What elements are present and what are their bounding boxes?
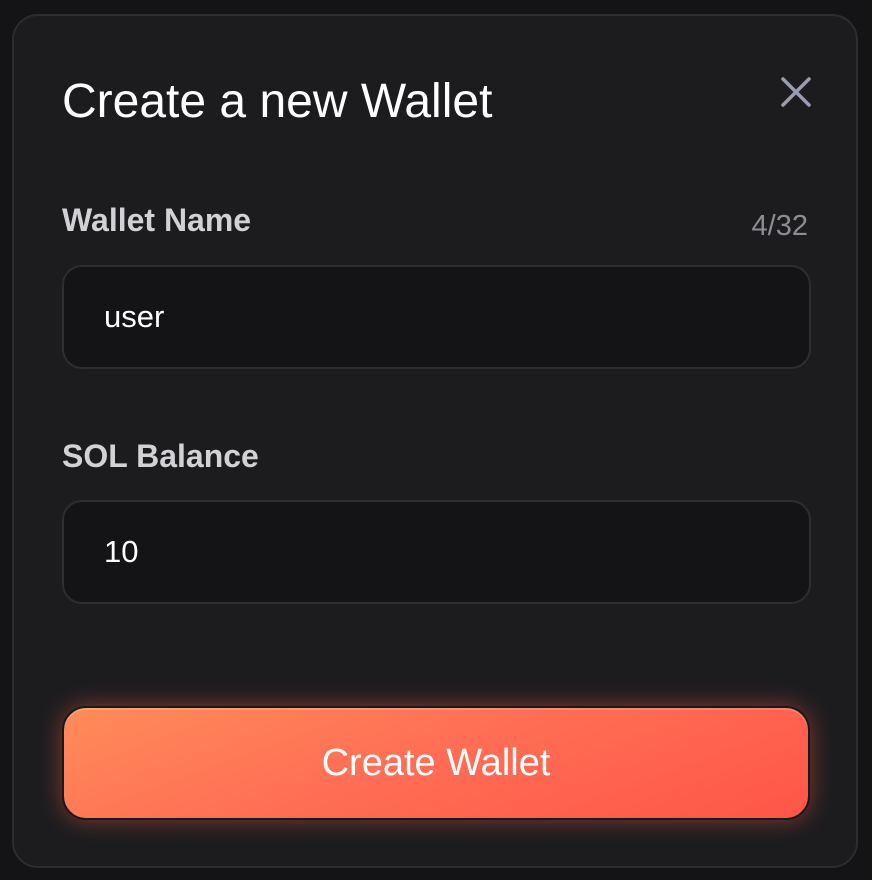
create-wallet-modal: Create a new Wallet Wallet Name 4/32 SOL…	[12, 14, 858, 868]
close-icon	[781, 77, 811, 107]
sol-balance-input[interactable]	[62, 500, 811, 604]
modal-title: Create a new Wallet	[62, 75, 493, 128]
wallet-name-label: Wallet Name	[62, 202, 252, 238]
sol-balance-label: SOL Balance	[62, 438, 259, 474]
close-button[interactable]	[776, 72, 816, 112]
create-wallet-button[interactable]: Create Wallet	[62, 706, 810, 820]
wallet-name-char-counter: 4/32	[751, 210, 808, 242]
wallet-name-input[interactable]	[62, 265, 811, 369]
